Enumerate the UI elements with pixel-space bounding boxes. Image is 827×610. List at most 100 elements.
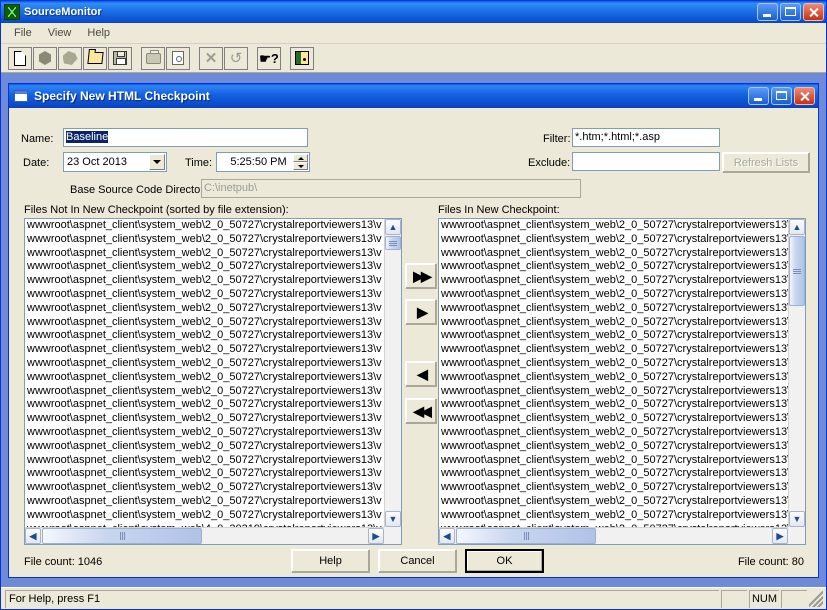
dialog-maximize-button[interactable] (771, 87, 792, 105)
list-item[interactable]: wwwroot\aspnet_client\system_web\2_0_507… (25, 467, 384, 481)
right-list-items[interactable]: wwwroot\aspnet_client\system_web\2_0_507… (439, 219, 788, 527)
list-item[interactable]: wwwroot\aspnet_client\system_web\2_0_507… (25, 260, 384, 274)
new-file-icon[interactable] (8, 46, 32, 70)
list-item[interactable]: wwwroot\aspnet_client\system_web\2_0_507… (439, 288, 788, 302)
move-all-left-button[interactable]: ◀◀ (405, 398, 437, 424)
scroll-left-icon[interactable]: ◀ (439, 528, 455, 544)
app-maximize-button[interactable] (780, 3, 801, 21)
print-preview-icon[interactable] (166, 46, 190, 70)
spinner-up-icon[interactable] (293, 154, 308, 162)
app-titlebar[interactable]: SourceMonitor (1, 1, 826, 23)
delete-icon[interactable]: ✕ (199, 46, 223, 70)
list-item[interactable]: wwwroot\aspnet_client\system_web\2_0_507… (25, 509, 384, 523)
list-item[interactable]: wwwroot\aspnet_client\system_web\2_0_507… (25, 440, 384, 454)
dialog-close-button[interactable] (794, 87, 815, 105)
left-list-hscrollbar[interactable]: ◀ ▶ (25, 527, 384, 544)
base-source-dir-input[interactable]: C:\inetpub\ (201, 179, 581, 198)
list-item[interactable]: wwwroot\aspnet_client\system_web\2_0_507… (25, 357, 384, 371)
list-item[interactable]: wwwroot\aspnet_client\system_web\2_0_507… (439, 219, 788, 233)
list-item[interactable]: wwwroot\aspnet_client\system_web\2_0_507… (439, 495, 788, 509)
scroll-down-icon[interactable]: ▼ (385, 511, 401, 527)
list-item[interactable]: wwwroot\aspnet_client\system_web\2_0_507… (439, 233, 788, 247)
cancel-button[interactable]: Cancel (378, 549, 457, 573)
new-checkpoint-icon[interactable] (58, 46, 82, 70)
list-item[interactable]: wwwroot\aspnet_client\system_web\2_0_507… (25, 302, 384, 316)
files-not-in-checkpoint-list[interactable]: wwwroot\aspnet_client\system_web\2_0_507… (24, 218, 402, 545)
right-vscroll-thumb[interactable] (789, 236, 805, 306)
scroll-right-icon[interactable]: ▶ (772, 528, 788, 544)
list-item[interactable]: wwwroot\aspnet_client\system_web\2_0_507… (439, 481, 788, 495)
list-item[interactable]: wwwroot\aspnet_client\system_web\2_0_507… (25, 247, 384, 261)
app-close-button[interactable] (803, 3, 824, 21)
menu-item-file[interactable]: File (6, 25, 40, 41)
list-item[interactable]: wwwroot\aspnet_client\system_web\2_0_507… (25, 454, 384, 468)
left-vscroll-thumb[interactable] (385, 236, 401, 250)
filter-input[interactable]: *.htm;*.html;*.asp (572, 128, 720, 147)
list-item[interactable]: wwwroot\aspnet_client\system_web\2_0_507… (439, 440, 788, 454)
list-item[interactable]: wwwroot\aspnet_client\system_web\2_0_507… (439, 426, 788, 440)
time-spinner[interactable]: 5:25:50 PM (216, 152, 310, 172)
list-item[interactable]: wwwroot\aspnet_client\system_web\2_0_507… (25, 398, 384, 412)
app-minimize-button[interactable] (757, 3, 778, 21)
list-item[interactable]: wwwroot\aspnet_client\system_web\2_0_507… (25, 385, 384, 399)
list-item[interactable]: wwwroot\aspnet_client\system_web\2_0_507… (25, 233, 384, 247)
date-combobox[interactable]: 23 Oct 2013 (63, 152, 167, 172)
name-input[interactable]: Baseline (63, 128, 308, 147)
list-item[interactable]: wwwroot\aspnet_client\system_web\2_0_507… (439, 357, 788, 371)
context-help-icon[interactable]: ☛? (257, 46, 281, 70)
scroll-left-icon[interactable]: ◀ (25, 528, 41, 544)
list-item[interactable]: wwwroot\aspnet_client\system_web\2_0_507… (25, 495, 384, 509)
exit-icon[interactable] (290, 46, 314, 70)
new-project-icon[interactable] (33, 46, 57, 70)
open-folder-icon[interactable] (83, 46, 107, 70)
dialog-minimize-button[interactable] (748, 87, 769, 105)
list-item[interactable]: wwwroot\aspnet_client\system_web\2_0_507… (439, 454, 788, 468)
list-item[interactable]: wwwroot\aspnet_client\system_web\2_0_507… (439, 467, 788, 481)
list-item[interactable]: wwwroot\aspnet_client\system_web\2_0_507… (439, 329, 788, 343)
scroll-up-icon[interactable]: ▲ (789, 219, 805, 235)
list-item[interactable]: wwwroot\aspnet_client\system_web\2_0_507… (439, 412, 788, 426)
list-item[interactable]: wwwroot\aspnet_client\system_web\2_0_507… (25, 426, 384, 440)
move-all-right-button[interactable]: ▶▶ (405, 263, 437, 289)
print-icon[interactable] (141, 46, 165, 70)
list-item[interactable]: wwwroot\aspnet_client\system_web\2_0_507… (25, 481, 384, 495)
exclude-input[interactable] (572, 152, 720, 171)
spinner-down-icon[interactable] (293, 162, 308, 170)
right-list-vscrollbar[interactable]: ▲ ▼ (788, 219, 805, 527)
refresh-lists-button[interactable]: Refresh Lists (722, 152, 810, 173)
scroll-down-icon[interactable]: ▼ (789, 511, 805, 527)
list-item[interactable]: wwwroot\aspnet_client\system_web\2_0_507… (439, 274, 788, 288)
menu-item-view[interactable]: View (40, 25, 80, 41)
list-item[interactable]: wwwroot\aspnet_client\system_web\2_0_507… (25, 371, 384, 385)
menu-item-help[interactable]: Help (79, 25, 118, 41)
list-item[interactable]: wwwroot\aspnet_client\system_web\2_0_507… (25, 274, 384, 288)
right-list-hscrollbar[interactable]: ◀ ▶ (439, 527, 788, 544)
help-button[interactable]: Help (291, 549, 370, 573)
list-item[interactable]: wwwroot\aspnet_client\system_web\2_0_507… (439, 302, 788, 316)
right-hscroll-thumb[interactable] (456, 528, 596, 544)
list-item[interactable]: wwwroot\aspnet_client\system_web\2_0_507… (25, 316, 384, 330)
undo-icon[interactable]: ↺ (224, 46, 248, 70)
scroll-up-icon[interactable]: ▲ (385, 219, 401, 235)
list-item[interactable]: wwwroot\aspnet_client\system_web\2_0_507… (439, 385, 788, 399)
list-item[interactable]: wwwroot\aspnet_client\system_web\2_0_507… (439, 260, 788, 274)
dialog-titlebar[interactable]: Specify New HTML Checkpoint (9, 84, 818, 108)
list-item[interactable]: wwwroot\aspnet_client\system_web\2_0_507… (439, 343, 788, 357)
list-item[interactable]: wwwroot\aspnet_client\system_web\2_0_507… (25, 343, 384, 357)
left-hscroll-thumb[interactable] (42, 528, 202, 544)
list-item[interactable]: wwwroot\aspnet_client\system_web\2_0_507… (439, 316, 788, 330)
time-spinner-arrows[interactable] (293, 154, 308, 170)
files-in-checkpoint-list[interactable]: wwwroot\aspnet_client\system_web\2_0_507… (438, 218, 806, 545)
list-item[interactable]: wwwroot\aspnet_client\system_web\2_0_507… (439, 509, 788, 523)
left-list-items[interactable]: wwwroot\aspnet_client\system_web\2_0_507… (25, 219, 384, 527)
list-item[interactable]: wwwroot\aspnet_client\system_web\2_0_507… (25, 219, 384, 233)
resize-grip-icon[interactable] (809, 590, 823, 607)
list-item[interactable]: wwwroot\aspnet_client\system_web\2_0_507… (25, 288, 384, 302)
list-item[interactable]: wwwroot\aspnet_client\system_web\2_0_507… (439, 371, 788, 385)
move-left-button[interactable]: ◀ (405, 361, 437, 387)
ok-button[interactable]: OK (465, 549, 544, 573)
scroll-right-icon[interactable]: ▶ (368, 528, 384, 544)
list-item[interactable]: wwwroot\aspnet_client\system_web\2_0_507… (25, 412, 384, 426)
save-icon[interactable] (108, 46, 132, 70)
move-right-button[interactable]: ▶ (405, 299, 437, 325)
